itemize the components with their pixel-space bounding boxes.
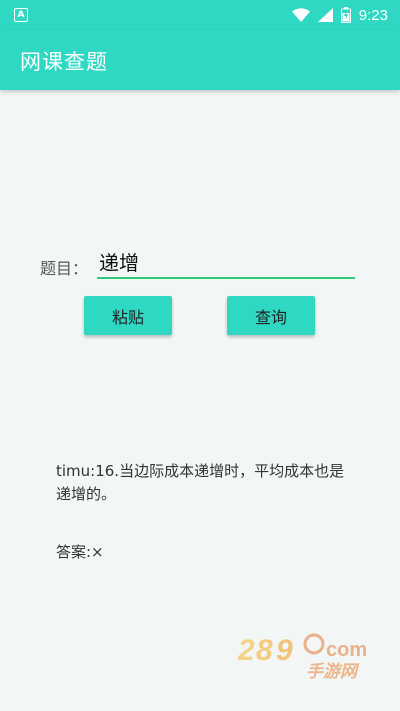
svg-text:9: 9 bbox=[276, 634, 293, 667]
notification-icon: A bbox=[14, 8, 28, 22]
paste-button[interactable]: 粘贴 bbox=[84, 296, 172, 335]
search-button[interactable]: 查询 bbox=[227, 296, 315, 335]
svg-text:手游网: 手游网 bbox=[306, 662, 360, 680]
battery-icon bbox=[340, 7, 351, 23]
svg-text:8: 8 bbox=[256, 634, 273, 667]
status-icons: 9:23 bbox=[291, 5, 388, 25]
app-bar: 网课查题 bbox=[0, 30, 400, 90]
status-time: 9:23 bbox=[358, 6, 388, 24]
svg-text:2: 2 bbox=[237, 634, 255, 667]
result-question-text: timu:16.当边际成本递增时，平均成本也是递增的。 bbox=[56, 462, 345, 503]
app-title: 网课查题 bbox=[20, 50, 108, 74]
status-bar: A 9:23 bbox=[0, 0, 400, 30]
question-form: 题目： bbox=[40, 245, 360, 285]
watermark-logo: 2 8 9 com 手游网 bbox=[237, 633, 367, 680]
question-label: 题目： bbox=[40, 259, 89, 278]
question-input[interactable] bbox=[97, 245, 355, 279]
result-answer-text: 答案:× bbox=[56, 543, 104, 561]
svg-text:com: com bbox=[326, 639, 367, 661]
wifi-icon bbox=[291, 8, 310, 22]
signal-icon bbox=[317, 8, 333, 22]
